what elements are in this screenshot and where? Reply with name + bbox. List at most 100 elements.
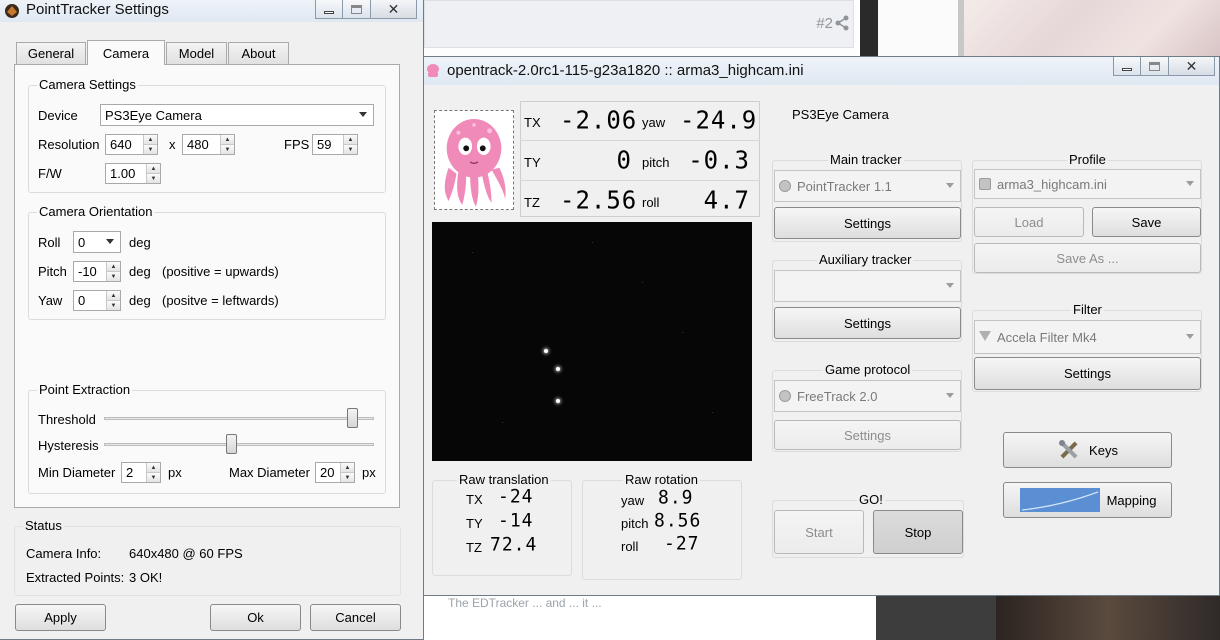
spin-up-icon[interactable]: ▲ <box>107 262 120 271</box>
device-label: Device <box>38 108 78 123</box>
spinner[interactable]: ▲ ▼ <box>220 135 234 154</box>
save-as-button[interactable]: Save As ... <box>974 243 1201 273</box>
game-protocol-select[interactable]: FreeTrack 2.0 <box>774 380 961 412</box>
raw-ty-value: -14 <box>498 509 534 532</box>
minimize-button[interactable] <box>315 0 343 19</box>
roll-select[interactable]: 0 <box>73 231 121 253</box>
aux-tracker-select[interactable] <box>774 270 961 302</box>
raw-roll-label: roll <box>621 539 639 554</box>
tab-model[interactable]: Model <box>166 42 227 64</box>
fps-input[interactable]: 59 ▲ ▼ <box>312 134 358 155</box>
spinner[interactable]: ▲ ▼ <box>143 135 157 154</box>
yaw-deg-label: deg <box>129 293 151 308</box>
device-select[interactable]: PS3Eye Camera <box>100 104 374 126</box>
close-button[interactable]: ✕ <box>1169 57 1215 76</box>
spin-up-icon[interactable]: ▲ <box>221 135 234 144</box>
spin-down-icon[interactable]: ▼ <box>221 144 234 154</box>
maximize-button[interactable] <box>343 0 371 19</box>
main-tracker-settings-button[interactable]: Settings <box>774 207 961 239</box>
keys-button[interactable]: Keys <box>1003 432 1172 468</box>
pitch-label: pitch <box>642 155 670 170</box>
maximize-icon <box>1149 61 1160 71</box>
spin-up-icon[interactable]: ▲ <box>147 463 160 472</box>
maximize-button[interactable] <box>1141 57 1169 76</box>
load-button[interactable]: Load <box>974 207 1084 237</box>
raw-tx-value: -24 <box>498 485 534 508</box>
raw-tx-label: TX <box>466 492 483 507</box>
pitch-value: -10 <box>78 264 97 279</box>
file-icon <box>979 178 991 190</box>
minimize-button[interactable] <box>1113 57 1141 76</box>
pitch-deg-label: deg <box>129 264 151 279</box>
min-diameter-input[interactable]: 2 ▲ ▼ <box>121 462 161 483</box>
hysteresis-label: Hysteresis <box>38 438 99 453</box>
yaw-label: Yaw <box>38 293 63 308</box>
yaw-input[interactable]: 0 ▲ ▼ <box>73 290 121 311</box>
share-icon <box>835 15 849 31</box>
threshold-slider-handle[interactable] <box>347 408 358 428</box>
extracted-points-value: 3 OK! <box>129 570 163 585</box>
fw-input[interactable]: 1.00 ▲ ▼ <box>105 163 161 184</box>
status-group: Status <box>14 518 401 596</box>
pitch-input[interactable]: -10 ▲ ▼ <box>73 261 121 282</box>
spin-up-icon[interactable]: ▲ <box>147 164 160 173</box>
octopus-mascot-icon <box>444 119 506 207</box>
stop-button[interactable]: Stop <box>873 510 963 554</box>
background-hint: The EDTracker ... and ... it ... <box>448 596 602 610</box>
hysteresis-slider[interactable] <box>104 434 374 454</box>
max-diameter-input[interactable]: 20 ▲ ▼ <box>315 462 355 483</box>
spin-down-icon[interactable]: ▼ <box>147 173 160 183</box>
cancel-button[interactable]: Cancel <box>310 604 401 631</box>
close-button[interactable]: ✕ <box>371 0 417 19</box>
main-tracker-select[interactable]: PointTracker 1.1 <box>774 170 961 202</box>
camera-preview <box>432 222 752 461</box>
threshold-slider[interactable] <box>104 408 374 428</box>
spin-up-icon[interactable]: ▲ <box>341 463 354 472</box>
filter-settings-button[interactable]: Settings <box>974 357 1201 390</box>
opentrack-titlebar: opentrack-2.0rc1-115-g23a1820 :: arma3_h… <box>423 57 1219 85</box>
max-diameter-value: 20 <box>320 465 335 480</box>
resolution-height-input[interactable]: 480 ▲ ▼ <box>182 134 235 155</box>
spin-down-icon[interactable]: ▼ <box>107 271 120 281</box>
profile-select[interactable]: arma3_highcam.ini <box>974 169 1201 199</box>
spin-up-icon[interactable]: ▲ <box>144 135 157 144</box>
chevron-down-icon <box>106 239 114 244</box>
save-button[interactable]: Save <box>1092 207 1201 237</box>
mapping-button[interactable]: Mapping <box>1003 482 1172 518</box>
raw-pitch-label: pitch <box>621 516 649 531</box>
post-number: #2 <box>816 15 833 32</box>
spin-down-icon[interactable]: ▼ <box>107 300 120 310</box>
spinner[interactable]: ▲ ▼ <box>146 463 160 482</box>
aux-tracker-settings-button[interactable]: Settings <box>774 307 961 339</box>
ty-value: 0 <box>616 145 632 175</box>
camera-name: PS3Eye Camera <box>792 107 889 122</box>
yaw-value: 0 <box>78 293 86 308</box>
tab-general[interactable]: General <box>16 42 86 64</box>
protocol-icon <box>779 390 791 402</box>
resolution-width-input[interactable]: 640 ▲ ▼ <box>105 134 158 155</box>
filter-select[interactable]: Accela Filter Mk4 <box>974 320 1201 354</box>
roll-label: roll <box>642 195 660 210</box>
tab-camera[interactable]: Camera <box>87 40 165 65</box>
spinner[interactable]: ▲ ▼ <box>146 164 160 183</box>
spin-down-icon[interactable]: ▼ <box>341 472 354 482</box>
raw-ty-label: TY <box>466 516 483 531</box>
spinner[interactable]: ▲ ▼ <box>106 291 120 310</box>
filter-value: Accela Filter Mk4 <box>997 329 1097 345</box>
spin-up-icon[interactable]: ▲ <box>107 291 120 300</box>
hysteresis-slider-handle[interactable] <box>226 434 237 454</box>
spin-up-icon[interactable]: ▲ <box>344 135 357 144</box>
game-protocol-settings-button[interactable]: Settings <box>774 420 961 450</box>
spin-down-icon[interactable]: ▼ <box>147 472 160 482</box>
spinner[interactable]: ▲ ▼ <box>343 135 357 154</box>
tab-about[interactable]: About <box>228 42 289 64</box>
opentrack-window-buttons: ✕ <box>1113 57 1215 77</box>
spinner[interactable]: ▲ ▼ <box>340 463 354 482</box>
spin-down-icon[interactable]: ▼ <box>144 144 157 154</box>
maximize-icon <box>351 4 362 14</box>
apply-button[interactable]: Apply <box>15 604 106 631</box>
ok-button[interactable]: Ok <box>210 604 301 631</box>
start-button[interactable]: Start <box>774 510 864 554</box>
spin-down-icon[interactable]: ▼ <box>344 144 357 154</box>
spinner[interactable]: ▲ ▼ <box>106 262 120 281</box>
